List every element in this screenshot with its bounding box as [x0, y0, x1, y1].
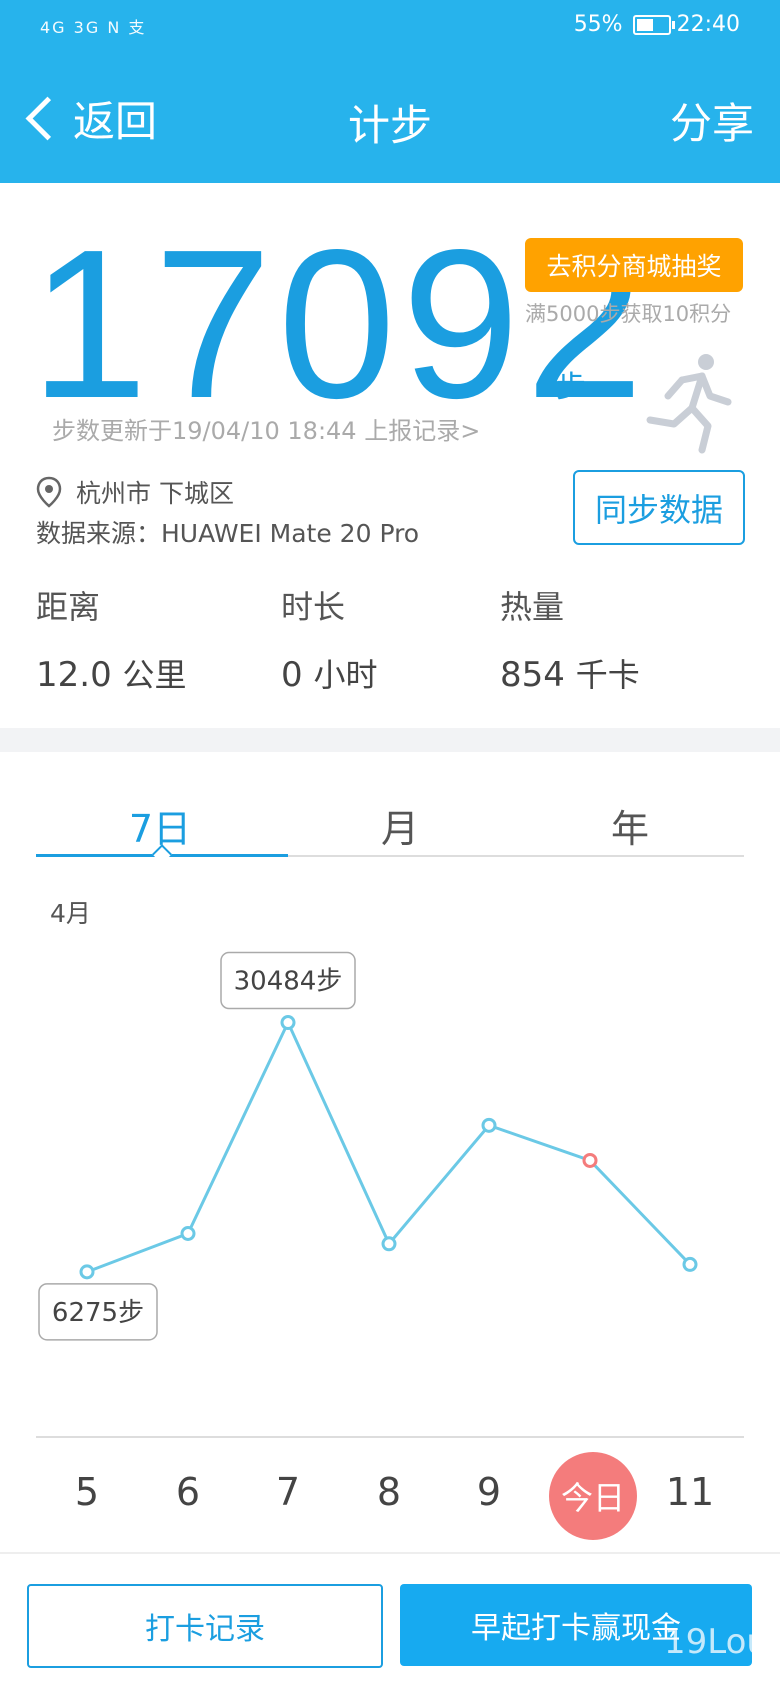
today-point	[582, 1152, 598, 1168]
sync-data-button[interactable]: 同步数据	[573, 470, 745, 545]
metric-duration: 时长 0 小时	[281, 582, 377, 696]
points-lottery-button[interactable]: 去积分商城抽奖	[525, 238, 743, 292]
clock: 22:40	[676, 12, 740, 37]
data-point	[682, 1256, 698, 1272]
data-point	[481, 1117, 497, 1133]
chart-baseline	[36, 1436, 744, 1438]
metric-distance: 距离 12.0 公里	[36, 582, 187, 696]
x-label: 11	[665, 1470, 715, 1514]
location-pin-icon	[36, 476, 62, 508]
steps-line-chart: 30484步 6275步	[38, 951, 698, 1341]
x-label: 5	[74, 1470, 100, 1514]
metric-calories: 热量 854 千卡	[500, 582, 640, 696]
status-right: 55% 22:40	[574, 12, 740, 37]
data-point	[180, 1226, 196, 1241]
series-line	[86, 1018, 692, 1274]
data-point	[280, 1015, 296, 1031]
network-indicators: 4G 3G N 支	[40, 18, 147, 37]
update-report-link[interactable]: 步数更新于19/04/10 18:44 上报记录>	[52, 411, 480, 446]
top-header: 4G 3G N 支 55% 22:40 返回 计步 分享	[0, 0, 780, 183]
min-tooltip-text: 6275步	[52, 1298, 144, 1328]
tab-month[interactable]: 月	[360, 798, 440, 853]
metric-value: 854 千卡	[500, 655, 640, 695]
data-point	[79, 1264, 95, 1280]
location-text: 杭州市 下城区	[76, 479, 234, 508]
x-label: 7	[275, 1470, 301, 1514]
metric-label: 热量	[500, 588, 565, 626]
x-label: 6	[175, 1470, 201, 1514]
location: 杭州市 下城区	[36, 474, 234, 510]
max-tooltip: 30484步	[220, 951, 356, 1010]
data-source: 数据来源：HUAWEI Mate 20 Pro	[36, 519, 420, 548]
lottery-note: 满5000步获取10积分	[525, 302, 732, 326]
data-point	[381, 1236, 397, 1252]
metric-label: 距离	[36, 588, 101, 626]
section-divider	[0, 728, 780, 752]
step-unit: 步	[556, 370, 586, 405]
x-label: 9	[476, 1470, 502, 1514]
site-watermark: 19Lou	[664, 1622, 768, 1662]
checkin-record-button[interactable]: 打卡记录	[27, 1584, 383, 1668]
tab-year[interactable]: 年	[590, 798, 670, 853]
max-tooltip-text: 30484步	[234, 967, 343, 997]
share-button[interactable]: 分享	[670, 90, 754, 151]
metric-value: 0 小时	[281, 655, 378, 695]
status-bar: 4G 3G N 支 55% 22:40	[0, 0, 780, 56]
runner-icon	[646, 354, 732, 454]
bottom-divider	[0, 1552, 780, 1554]
today-marker[interactable]: 今日	[549, 1452, 637, 1540]
min-tooltip: 6275步	[38, 1283, 158, 1341]
battery-percent: 55%	[573, 12, 623, 37]
battery-icon	[632, 15, 675, 35]
metric-label: 时长	[281, 588, 346, 626]
page-title: 计步	[347, 101, 432, 150]
x-label: 8	[376, 1470, 402, 1514]
metric-value: 12.0 公里	[36, 655, 187, 695]
